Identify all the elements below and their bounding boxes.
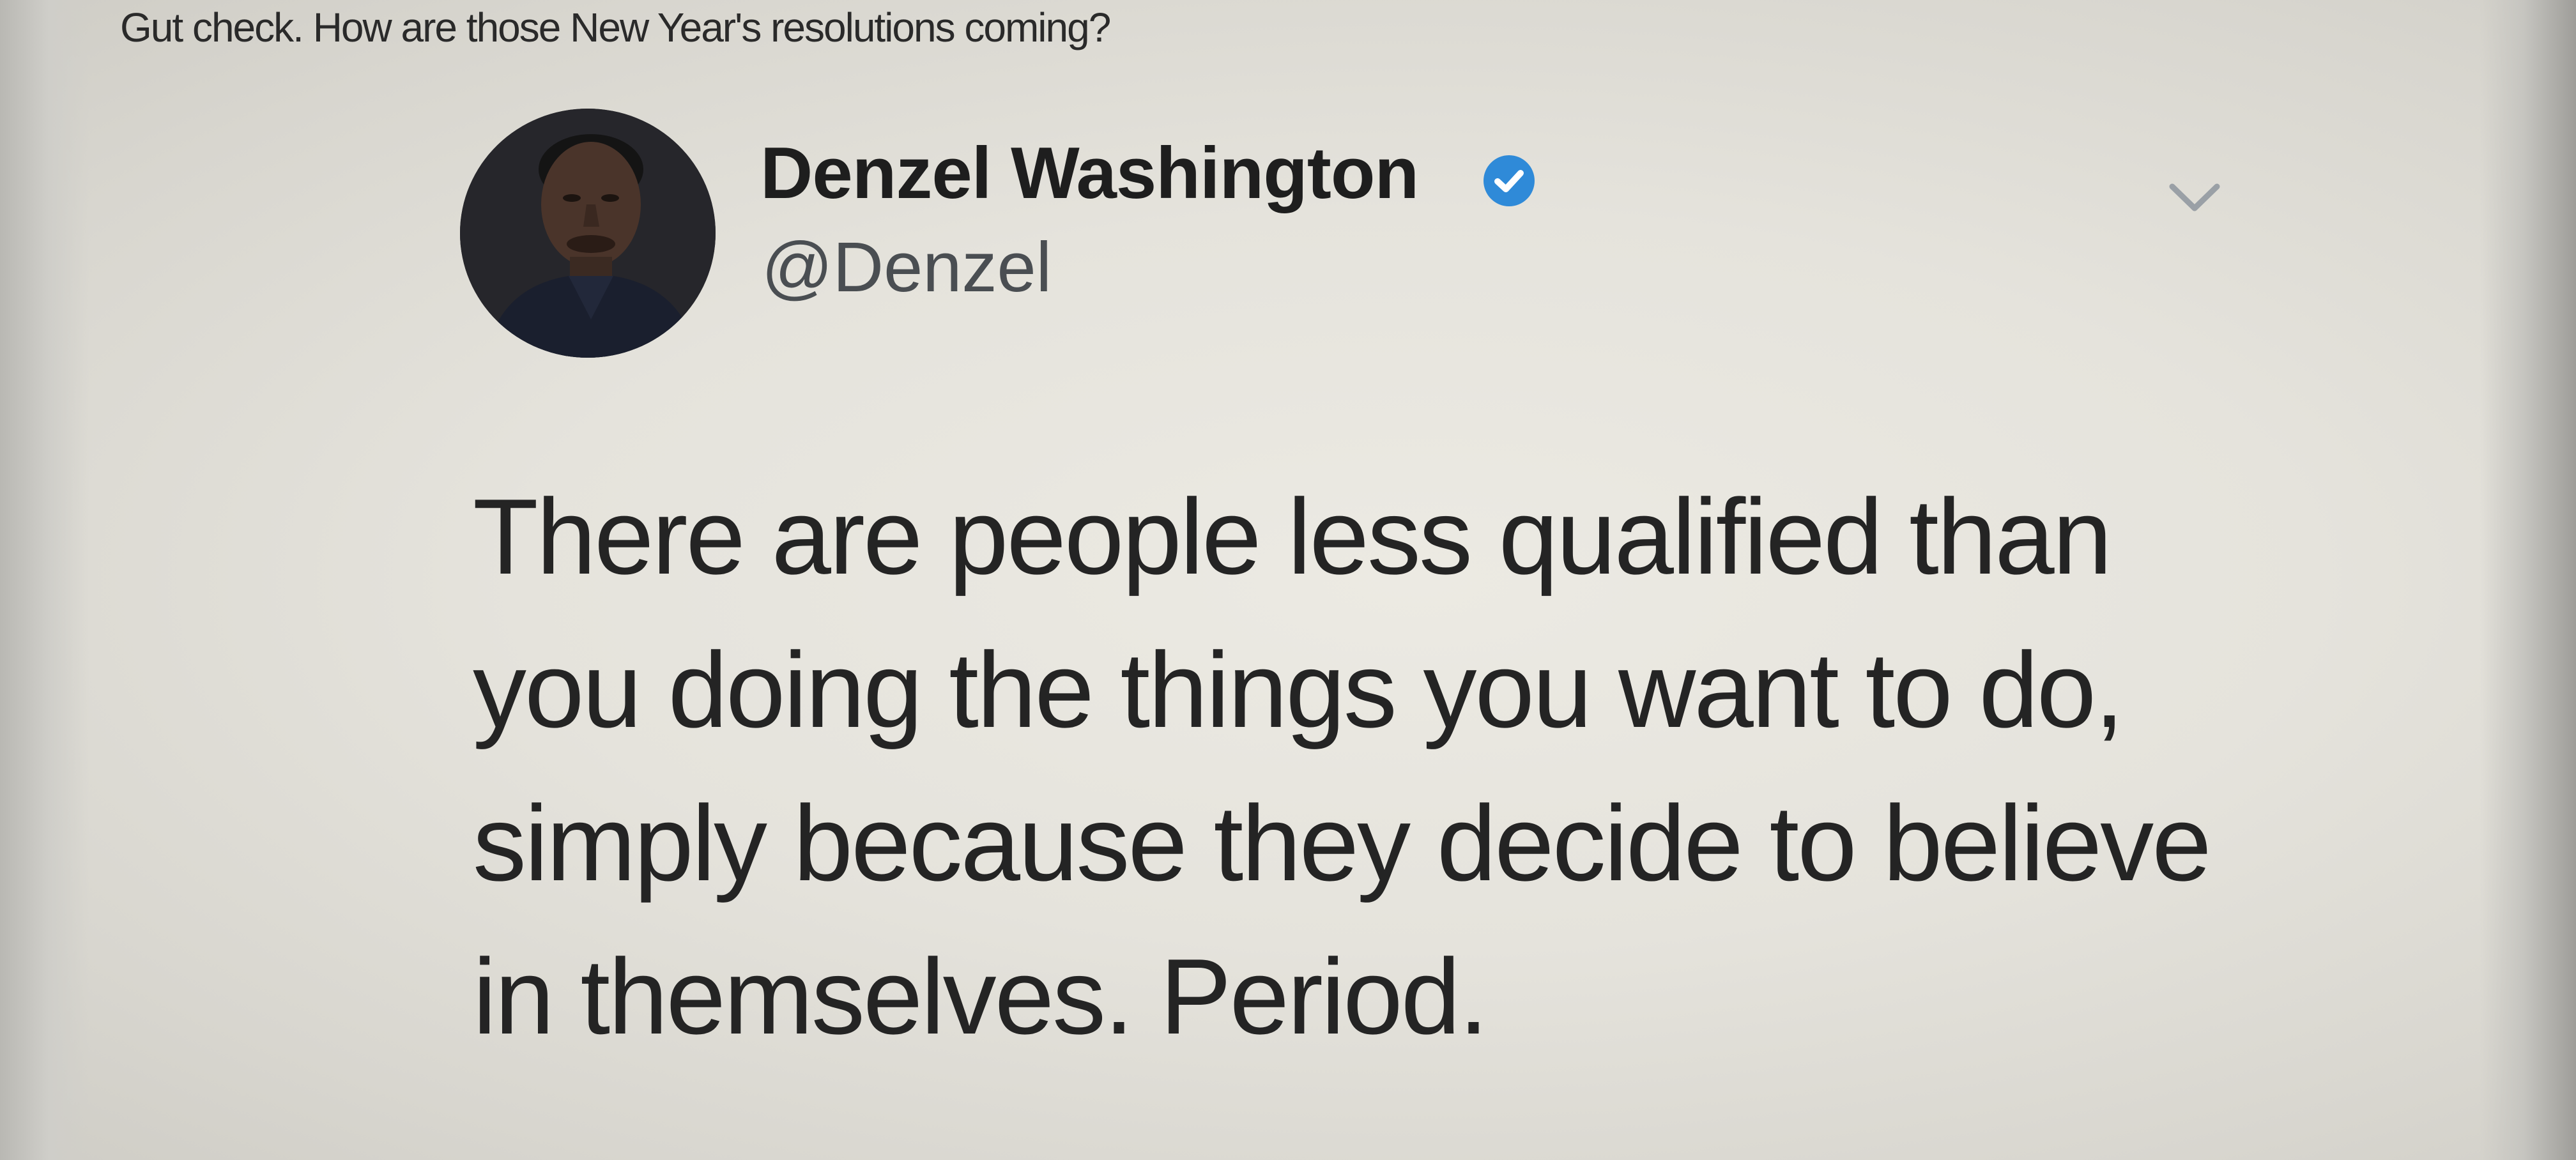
author-display-name[interactable]: Denzel Washington [760,132,1419,215]
verified-badge-icon [1483,155,1535,206]
tweet-line: you doing the things you want to do, [473,630,2124,750]
avatar-photo [460,109,716,358]
monitor-bezel-left [0,0,89,1160]
author-handle[interactable]: @Denzel [762,227,1052,308]
chevron-down-icon[interactable] [2159,172,2230,224]
tweet-line: simply because they decide to believe [473,783,2212,903]
tweet-line: in themselves. Period. [473,936,1489,1057]
tweet-body: There are people less qualified than you… [473,460,2236,1073]
tweet-line: There are people less qualified than [473,477,2112,597]
post-caption: Gut check. How are those New Year's reso… [120,4,1111,50]
monitor-bezel-right [2480,0,2576,1160]
avatar[interactable] [460,109,716,358]
screen: Gut check. How are those New Year's reso… [0,0,2576,1160]
tweet-card: Denzel Washington @Denzel There are peop… [447,102,2220,1137]
